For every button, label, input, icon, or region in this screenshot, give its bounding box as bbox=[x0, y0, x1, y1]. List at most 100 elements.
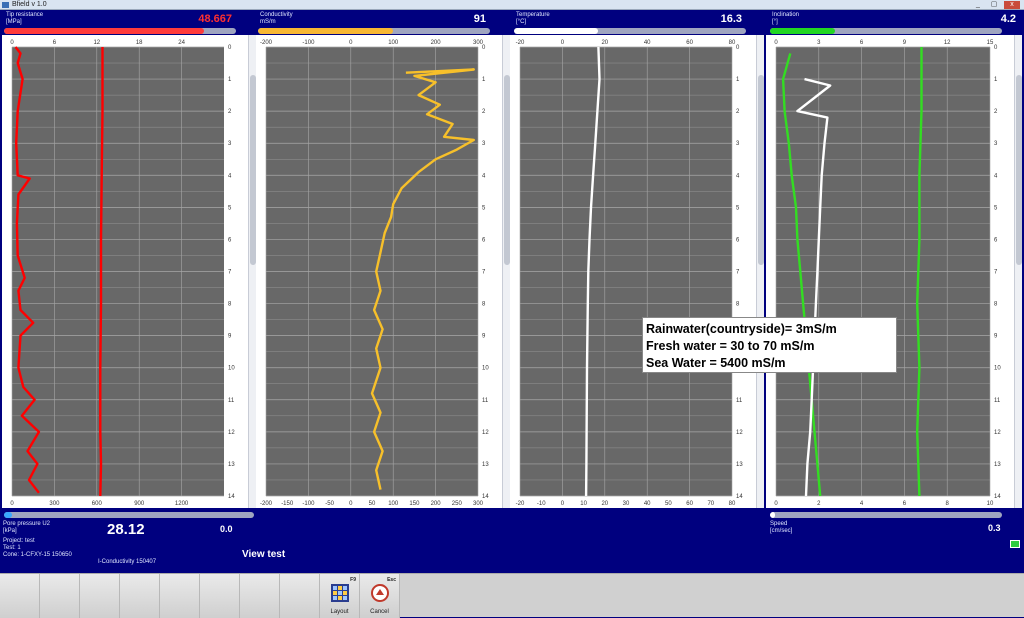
depth-tick-label: 12 bbox=[736, 430, 743, 436]
depth-tick-label: 11 bbox=[736, 398, 743, 404]
note-line: Fresh water = 30 to 70 mS/m bbox=[646, 339, 815, 353]
depth-tick-label: 9 bbox=[482, 334, 486, 340]
close-button[interactable]: x bbox=[1004, 1, 1020, 9]
fkey-button-2[interactable] bbox=[40, 574, 80, 618]
depth-tick-label: 6 bbox=[994, 237, 998, 243]
depth-tick-label: 2 bbox=[736, 109, 740, 115]
depth-tick-label: 10 bbox=[994, 366, 1001, 372]
depth-tick-label: 1 bbox=[736, 77, 740, 83]
scrollbar[interactable] bbox=[756, 35, 764, 508]
bottom-tick-label: 0 bbox=[349, 501, 353, 507]
depth-tick-label: 12 bbox=[228, 430, 235, 436]
chart-panel-conductivity[interactable]: -200 -100 0 100 200 300 -200 -150 -100 -50 0 50 100 1… bbox=[256, 35, 510, 508]
level-bar bbox=[514, 28, 746, 34]
bottom-tick-label: 300 bbox=[49, 501, 60, 507]
level-bar bbox=[770, 512, 1002, 518]
top-tick-label: 20 bbox=[601, 40, 608, 46]
chart-panel-tip-resistance[interactable]: 0 6 12 18 24 0 300 600 900 1200 0 1 2 3 4 5 6 7 8 9 10 11 12 13… bbox=[2, 35, 256, 508]
header-temperature: Temperature [°C] 16.3 bbox=[514, 11, 746, 35]
bottom-tick-label: 50 bbox=[665, 501, 672, 507]
depth-tick-label: 7 bbox=[482, 270, 486, 276]
cancel-button[interactable]: Esc Cancel bbox=[360, 574, 400, 618]
app-icon bbox=[2, 2, 9, 8]
depth-tick-label: 6 bbox=[482, 237, 486, 243]
bottom-tick-label: 70 bbox=[707, 501, 714, 507]
header-value: 91 bbox=[473, 13, 486, 25]
layout-button[interactable]: F9 Layout bbox=[320, 574, 360, 618]
chart-temperature: -20 0 20 40 60 80-20 -10 0 10 20 30 40 50 60 70 8001234… bbox=[516, 40, 744, 507]
depth-tick-label: 0 bbox=[228, 45, 232, 51]
depth-tick-label: 0 bbox=[736, 45, 740, 51]
header-value: 16.3 bbox=[720, 13, 742, 25]
scrollbar[interactable] bbox=[502, 35, 510, 508]
depth-tick-label: 13 bbox=[736, 462, 743, 468]
bottom-tick-label: -150 bbox=[281, 501, 294, 507]
cone-line: Cone: 1-CFXY-15 150650 bbox=[3, 552, 72, 558]
fkey-button-5[interactable] bbox=[160, 574, 200, 618]
bottom-tick-label: 60 bbox=[686, 501, 693, 507]
depth-tick-label: 4 bbox=[994, 173, 998, 179]
depth-tick-label: 5 bbox=[736, 205, 740, 211]
chart-inclination: 0 3 6 9 12 150 2 4 6 8 1001234567891011121314 bbox=[774, 40, 1001, 507]
level-fill bbox=[514, 28, 598, 34]
depth-tick-label: 3 bbox=[994, 141, 998, 147]
bottom-tick-label: 10 bbox=[987, 501, 994, 507]
window-title: Bfield v 1.0 bbox=[12, 1, 47, 8]
depth-tick-label: 13 bbox=[228, 462, 235, 468]
fkey-button-8[interactable] bbox=[280, 574, 320, 618]
maximize-button[interactable]: ▢ bbox=[988, 1, 1000, 9]
cancel-shortcut: Esc bbox=[387, 577, 396, 583]
depth-tick-label: 0 bbox=[482, 45, 486, 51]
header-conductivity: Conductivity mS/m 91 bbox=[258, 11, 490, 35]
bottom-tick-label: 600 bbox=[92, 501, 103, 507]
minimize-button[interactable]: _ bbox=[972, 1, 984, 9]
depth-tick-label: 3 bbox=[228, 141, 232, 147]
water-conductivity-note: Rainwater(countryside)= 3mS/m Fresh wate… bbox=[642, 317, 897, 373]
level-fill bbox=[770, 512, 775, 518]
chart-panel-inclination[interactable]: 0 3 6 9 12 15 0 2 4 6 8 10 0 1 2 3 4 5 6 7 8 9 10 11 12 13 14 bbox=[766, 35, 1022, 508]
depth-tick-label: 14 bbox=[736, 494, 743, 500]
bottom-tick-label: 100 bbox=[388, 501, 399, 507]
test-line: Test: 1 bbox=[3, 545, 21, 551]
depth-tick-label: 1 bbox=[994, 77, 998, 83]
depth-tick-label: 0 bbox=[994, 45, 998, 51]
fkey-button-6[interactable] bbox=[200, 574, 240, 618]
top-tick-label: 100 bbox=[388, 40, 399, 46]
pore-pressure-bar bbox=[4, 512, 254, 524]
fkey-button-7[interactable] bbox=[240, 574, 280, 618]
scroll-thumb[interactable] bbox=[758, 75, 764, 265]
level-bar bbox=[258, 28, 490, 34]
depth-tick-label: 13 bbox=[482, 462, 489, 468]
fkey-button-4[interactable] bbox=[120, 574, 160, 618]
depth-tick-label: 3 bbox=[482, 141, 486, 147]
chart-panel-temperature[interactable]: -20 0 20 40 60 80 -20 -10 0 10 20 30 40 50 60 70 80 0 1 2 3 4… bbox=[510, 35, 764, 508]
depth-tick-label: 5 bbox=[482, 205, 486, 211]
scrollbar[interactable] bbox=[248, 35, 256, 508]
top-tick-label: 9 bbox=[903, 40, 907, 46]
depth-tick-label: 10 bbox=[482, 366, 489, 372]
depth-tick-label: 1 bbox=[482, 77, 486, 83]
level-fill bbox=[258, 28, 393, 34]
scroll-thumb[interactable] bbox=[1016, 75, 1022, 265]
footer-unit: [kPa] bbox=[3, 528, 17, 534]
bottom-tick-label: 0 bbox=[774, 501, 778, 507]
top-tick-label: 0 bbox=[349, 40, 353, 46]
bottom-tick-label: 30 bbox=[623, 501, 630, 507]
top-tick-label: 6 bbox=[53, 40, 57, 46]
top-tick-label: -20 bbox=[516, 40, 525, 46]
cone-conductivity-line: I-Conductivity 150407 bbox=[98, 559, 157, 565]
depth-tick-label: 12 bbox=[482, 430, 489, 436]
depth-tick-label: 5 bbox=[228, 205, 232, 211]
scrollbar[interactable] bbox=[1014, 35, 1022, 508]
bottom-tick-label: 900 bbox=[134, 501, 145, 507]
header-label: Conductivity bbox=[260, 12, 293, 18]
depth-tick-label: 7 bbox=[994, 270, 998, 276]
depth-tick-label: 8 bbox=[994, 302, 998, 308]
fkey-button-3[interactable] bbox=[80, 574, 120, 618]
depth-tick-label: 2 bbox=[994, 109, 998, 115]
depth-tick-label: 4 bbox=[228, 173, 232, 179]
fkey-button-1[interactable] bbox=[0, 574, 40, 618]
depth-tick-label: 5 bbox=[994, 205, 998, 211]
header-inclination: Inclination [°] 4.2 bbox=[770, 11, 1020, 35]
bottom-tick-label: 4 bbox=[860, 501, 864, 507]
